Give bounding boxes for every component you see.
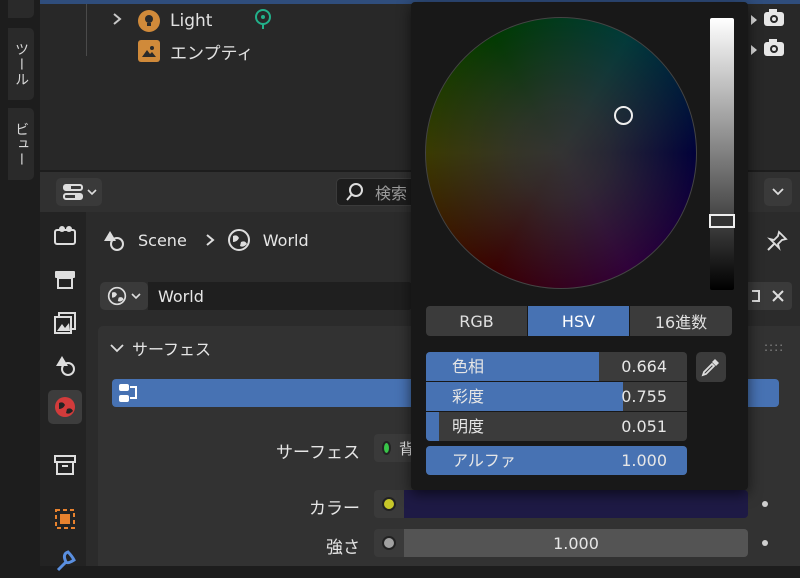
eyedropper-button[interactable]	[696, 352, 726, 382]
world-browse-button[interactable]	[100, 282, 148, 310]
outliner-item-empty[interactable]: エンプティ	[112, 36, 253, 66]
world-icon	[227, 229, 250, 251]
color-wheel-cursor[interactable]	[614, 106, 633, 125]
drag-handle-icon[interactable]: ::::	[764, 340, 784, 354]
tree-line	[86, 4, 87, 56]
chevron-down-icon	[131, 293, 141, 300]
breadcrumb-scene: Scene	[138, 230, 187, 250]
mode-tab-hsv[interactable]: HSV	[528, 306, 629, 336]
mode-tab-hex[interactable]: 16進数	[630, 306, 732, 336]
editor-type-icon	[62, 184, 83, 200]
color-socket-icon	[382, 497, 396, 511]
eyedropper-icon	[701, 359, 719, 377]
outliner-item-label: Light	[170, 11, 213, 31]
keyframe-dot-icon[interactable]	[762, 540, 768, 546]
editor-type-button[interactable]	[56, 178, 102, 206]
outliner-item-light[interactable]: Light	[112, 6, 274, 36]
saturation-label: 彩度	[452, 387, 485, 406]
value-slider-handle[interactable]	[709, 214, 735, 228]
tab-view-label: ビュー	[13, 121, 29, 167]
strength-field[interactable]: 1.000	[404, 529, 748, 557]
color-socket-button[interactable]	[374, 490, 404, 518]
unlink-world-button[interactable]	[764, 282, 792, 310]
chevron-down-icon	[86, 189, 97, 196]
breadcrumb-separator-icon	[206, 234, 215, 246]
tab-tool[interactable]: ツール	[8, 28, 34, 100]
pin-icon[interactable]	[766, 230, 788, 256]
visibility-arrow-icon[interactable]	[750, 12, 760, 31]
expand-arrow-icon[interactable]	[112, 12, 128, 30]
node-tree-icon	[119, 384, 137, 402]
brightness-value: 0.051	[621, 417, 667, 436]
surface-label: サーフェス	[276, 443, 360, 463]
search-input[interactable]: 検索	[336, 178, 416, 206]
value-slider[interactable]	[710, 18, 734, 290]
modifier-properties-icon[interactable]	[48, 544, 82, 578]
color-label: カラー	[309, 499, 360, 519]
mode-tab-rgb[interactable]: RGB	[426, 306, 527, 336]
camera-icon[interactable]	[763, 39, 785, 61]
mode-tab-label: RGB	[459, 311, 494, 331]
world-properties-icon[interactable]	[48, 390, 82, 424]
tab-tool-label: ツール	[13, 41, 29, 87]
color-wheel[interactable]	[425, 17, 697, 289]
hue-label: 色相	[452, 357, 485, 376]
color-swatch[interactable]	[404, 490, 748, 518]
camera-icon[interactable]	[763, 9, 785, 31]
hue-slider[interactable]: 色相 0.664	[426, 352, 687, 381]
brightness-fill	[426, 412, 440, 441]
close-icon	[772, 290, 784, 302]
saturation-value: 0.755	[621, 387, 667, 406]
duplicate-world-button[interactable]	[748, 282, 764, 310]
render-properties-icon[interactable]	[48, 218, 82, 252]
strength-label: 強さ	[326, 538, 360, 558]
panel-title: サーフェス	[132, 340, 212, 359]
search-placeholder: 検索	[375, 184, 408, 203]
shader-socket-icon	[382, 441, 391, 455]
breadcrumb: Scene World	[102, 228, 309, 252]
breadcrumb-world: World	[262, 230, 309, 250]
object-properties-icon[interactable]	[48, 502, 82, 536]
copy-icon	[752, 290, 760, 302]
alpha-slider[interactable]: アルファ 1.000	[426, 446, 687, 475]
strength-value: 1.000	[553, 533, 599, 553]
world-name-value: World	[158, 286, 204, 306]
mode-tab-label: 16進数	[654, 313, 708, 332]
output-properties-icon[interactable]	[48, 262, 82, 296]
scene-properties-icon[interactable]	[48, 348, 82, 382]
search-icon	[346, 183, 363, 201]
visibility-arrow-icon[interactable]	[750, 42, 760, 61]
world-name-field[interactable]: World	[148, 282, 412, 310]
light-bulb-icon	[138, 10, 160, 32]
value-socket-icon	[382, 536, 396, 550]
view-layer-properties-icon[interactable]	[48, 306, 82, 340]
empty-image-icon	[138, 40, 160, 62]
chevron-down-icon	[110, 344, 124, 353]
scene-icon	[104, 231, 124, 251]
surface-shader-selector[interactable]: 背	[374, 434, 414, 462]
tab-view[interactable]: ビュー	[8, 108, 34, 180]
header-dropdown-button[interactable]	[764, 178, 792, 206]
brightness-label: 明度	[452, 417, 485, 436]
chevron-down-icon	[772, 188, 784, 196]
world-icon	[107, 286, 127, 306]
hue-value: 0.664	[621, 357, 667, 376]
light-data-icon[interactable]	[252, 8, 274, 34]
collection-properties-icon[interactable]	[48, 448, 82, 482]
outliner-item-label: エンプティ	[170, 43, 254, 64]
surface-panel-header[interactable]: サーフェス	[110, 336, 211, 360]
tab-cut-off[interactable]	[8, 0, 34, 18]
alpha-value: 1.000	[621, 451, 667, 470]
alpha-label: アルファ	[452, 451, 516, 470]
keyframe-dot-icon[interactable]	[762, 501, 768, 507]
saturation-slider[interactable]: 彩度 0.755	[426, 382, 687, 411]
strength-socket-button[interactable]	[374, 529, 404, 557]
mode-tab-label: HSV	[561, 311, 596, 331]
brightness-slider[interactable]: 明度 0.051	[426, 412, 687, 441]
